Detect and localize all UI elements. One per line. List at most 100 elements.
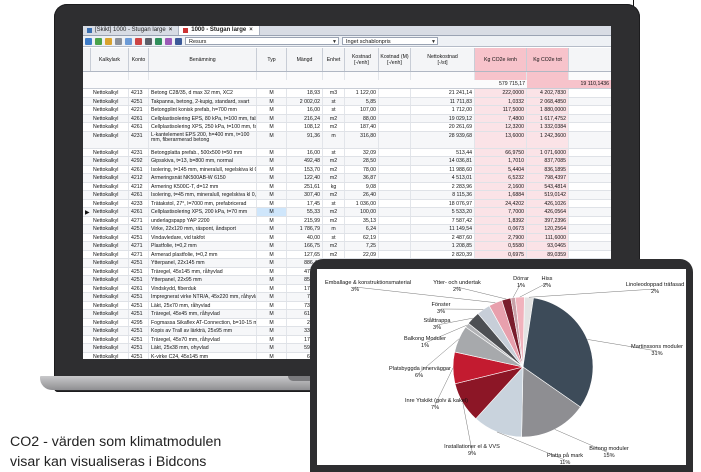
cell-konto[interactable]: 4251 xyxy=(129,335,149,343)
cell-co2-per-unit[interactable]: 0,0673 xyxy=(475,225,527,233)
cell-typ[interactable]: M xyxy=(257,233,287,241)
cell-typ[interactable]: M xyxy=(257,182,287,190)
table-row[interactable]: Nettokalkyl 4233 Trätakstol, 27°, l=7000 m… xyxy=(83,199,611,208)
cell-enhet[interactable]: st xyxy=(323,97,345,105)
table-row[interactable]: Nettokalkyl 4271 Armerad plastfolie, t=0,2… xyxy=(83,250,611,259)
cell-kostnad[interactable]: 36,87 xyxy=(345,174,379,182)
cell-co2-per-unit[interactable]: 12,3200 xyxy=(475,123,527,131)
header-col-enhet[interactable]: Enhet xyxy=(323,48,345,71)
cell-konto[interactable]: 4233 xyxy=(129,199,149,207)
cell-netto[interactable]: 19 029,12 xyxy=(411,114,475,122)
cell-typ[interactable]: M xyxy=(257,318,287,326)
cell-benamning[interactable]: Vindskydd, fiberduk xyxy=(149,284,257,292)
cell-benamning[interactable]: L-kantelement EPS 200, h=400 mm, t=100 m… xyxy=(149,131,257,148)
cell-kalkylark[interactable]: Nettokalkyl xyxy=(91,327,129,335)
cell-benamning[interactable]: Impregnerat virke NTR/A, 45x220 mm, råhy… xyxy=(149,293,257,301)
cell-konto[interactable]: 4261 xyxy=(129,208,149,216)
cell-kostnad-m[interactable] xyxy=(379,131,411,148)
cell-typ[interactable]: M xyxy=(257,131,287,148)
cell-konto[interactable]: 4251 xyxy=(129,259,149,267)
cell-netto[interactable]: 18 076,97 xyxy=(411,199,475,207)
cell-kalkylark[interactable]: Nettokalkyl xyxy=(91,233,129,241)
cell-typ[interactable]: M xyxy=(257,242,287,250)
cell-mangd[interactable]: 16,00 xyxy=(287,148,323,156)
filter-cell[interactable] xyxy=(527,72,569,80)
cell-enhet[interactable]: m2 xyxy=(323,165,345,173)
resource-dropdown[interactable]: Resurs ▼ xyxy=(185,37,339,45)
cell-co2-total[interactable]: 798,4397 xyxy=(527,174,569,182)
cell-typ[interactable]: M xyxy=(257,327,287,335)
cell-kostnad[interactable]: 1 122,00 xyxy=(345,89,379,97)
cell-co2-total[interactable]: 89,0359 xyxy=(527,250,569,258)
cell-typ[interactable]: M xyxy=(257,352,287,359)
delete-icon[interactable] xyxy=(135,37,142,45)
cell-typ[interactable]: M xyxy=(257,148,287,156)
header-col-konto[interactable]: Konto xyxy=(129,48,149,71)
cell-enhet[interactable]: m xyxy=(323,225,345,233)
cell-konto[interactable]: 4251 xyxy=(129,293,149,301)
cell-konto[interactable]: 4251 xyxy=(129,233,149,241)
cell-kalkylark[interactable]: Nettokalkyl xyxy=(91,131,129,148)
cell-enhet[interactable]: m2 xyxy=(323,242,345,250)
cell-kostnad-m[interactable] xyxy=(379,233,411,241)
cell-kalkylark[interactable]: Nettokalkyl xyxy=(91,225,129,233)
cell-co2-per-unit[interactable]: 2,7900 xyxy=(475,233,527,241)
cell-kalkylark[interactable]: Nettokalkyl xyxy=(91,199,129,207)
filter-cell[interactable] xyxy=(475,72,527,80)
cell-netto[interactable]: 7 587,42 xyxy=(411,216,475,224)
cell-benamning[interactable]: Fogmassa Sikaflex AT-Connection, b=10-15… xyxy=(149,318,257,326)
cell-mangd[interactable]: 251,61 xyxy=(287,182,323,190)
cell-netto[interactable]: 28 939,68 xyxy=(411,131,475,148)
cell-co2-per-unit[interactable]: 1,6884 xyxy=(475,191,527,199)
save-icon[interactable] xyxy=(85,37,92,45)
cell-typ[interactable]: M xyxy=(257,89,287,97)
cell-typ[interactable]: M xyxy=(257,165,287,173)
cell-benamning[interactable]: Ytterpanel, 22x145 mm xyxy=(149,259,257,267)
cell-co2-per-unit[interactable]: 6,5232 xyxy=(475,174,527,182)
cell-co2-total[interactable]: 1 071,6000 xyxy=(527,148,569,156)
cell-netto[interactable]: 4 513,01 xyxy=(411,174,475,182)
header-col-netto[interactable]: Nettokostnad [-/st] xyxy=(411,48,475,71)
cell-kalkylark[interactable]: Nettokalkyl xyxy=(91,335,129,343)
table-row[interactable]: Nettokalkyl 4261 Isolering, t=45 mm, miner… xyxy=(83,191,611,200)
table-row[interactable]: Nettokalkyl 4251 Virke, 22x120 mm, räspont… xyxy=(83,225,611,234)
columns-icon[interactable] xyxy=(125,37,132,45)
cell-co2-per-unit[interactable]: 66,9750 xyxy=(475,148,527,156)
cell-kostnad-m[interactable] xyxy=(379,191,411,199)
cell-konto[interactable]: 4292 xyxy=(129,157,149,165)
cell-kalkylark[interactable]: Nettokalkyl xyxy=(91,89,129,97)
table-row[interactable]: ▶ Nettokalkyl 4261 Cellplastisolering XPS, … xyxy=(83,208,611,217)
cell-kostnad[interactable]: 88,00 xyxy=(345,114,379,122)
cell-mangd[interactable]: 2 002,02 xyxy=(287,97,323,105)
cell-typ[interactable]: M xyxy=(257,276,287,284)
table-row[interactable]: Nettokalkyl 4261 Cellplastisolering EPS, 8… xyxy=(83,114,611,123)
filter-cell[interactable] xyxy=(345,72,379,80)
cell-kostnad[interactable]: 9,08 xyxy=(345,182,379,190)
cell-typ[interactable]: M xyxy=(257,157,287,165)
cell-kalkylark[interactable]: Nettokalkyl xyxy=(91,352,129,359)
cell-co2-per-unit[interactable]: 7,4800 xyxy=(475,114,527,122)
cell-konto[interactable]: 4261 xyxy=(129,123,149,131)
filter-cell[interactable] xyxy=(91,72,129,80)
cell-netto[interactable]: 20 261,69 xyxy=(411,123,475,131)
cell-netto[interactable]: 8 115,36 xyxy=(411,191,475,199)
cell-enhet[interactable]: m2 xyxy=(323,250,345,258)
cell-netto[interactable]: 5 533,20 xyxy=(411,208,475,216)
chart-icon[interactable] xyxy=(165,37,172,45)
cell-co2-per-unit[interactable]: 222,0000 xyxy=(475,89,527,97)
cell-benamning[interactable]: Vindavledare, vid takfot xyxy=(149,233,257,241)
cell-konto[interactable]: 4261 xyxy=(129,191,149,199)
close-icon[interactable]: × xyxy=(169,26,173,35)
refresh-icon[interactable] xyxy=(95,37,102,45)
cell-co2-total[interactable]: 426,1026 xyxy=(527,199,569,207)
cell-kalkylark[interactable]: Nettokalkyl xyxy=(91,259,129,267)
cell-netto[interactable]: 11 988,60 xyxy=(411,165,475,173)
cell-mangd[interactable]: 127,65 xyxy=(287,250,323,258)
cell-co2-per-unit[interactable]: 0,6975 xyxy=(475,250,527,258)
cell-enhet[interactable]: st xyxy=(323,148,345,156)
cell-kostnad-m[interactable] xyxy=(379,174,411,182)
cell-benamning[interactable]: Kopis av Trall av lärkträ, 25x95 mm xyxy=(149,327,257,335)
cell-konto[interactable]: 4251 xyxy=(129,97,149,105)
cell-kostnad[interactable]: 107,00 xyxy=(345,106,379,114)
cell-kalkylark[interactable]: Nettokalkyl xyxy=(91,242,129,250)
